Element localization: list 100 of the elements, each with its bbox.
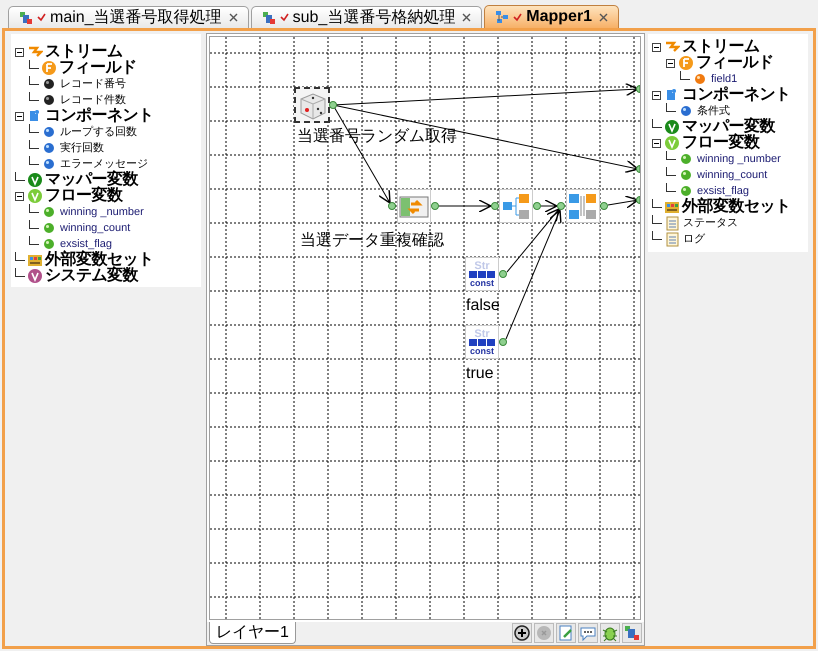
connector-arrow [608, 195, 639, 209]
dot-icon [678, 183, 694, 199]
flow-diagram-icon [19, 10, 33, 24]
expand-toggle[interactable] [15, 48, 24, 56]
port-dot[interactable] [499, 270, 507, 278]
tree-item-label[interactable]: winning _number [60, 204, 144, 220]
port-dot[interactable] [491, 202, 499, 210]
dot-icon [41, 220, 57, 236]
flow-diagram-icon [495, 10, 510, 24]
connector-arrow [438, 199, 492, 213]
port-dot[interactable] [600, 202, 608, 210]
blocks-icon [469, 270, 495, 278]
tree-item-label[interactable]: レコード件数 [60, 92, 126, 108]
const-badge-label: Str [474, 328, 490, 338]
tree-connector-line [15, 268, 25, 277]
variable-ball-icon [27, 188, 43, 204]
tree-connector-line [666, 103, 676, 112]
expand-toggle[interactable] [15, 112, 24, 120]
expand-toggle[interactable] [15, 192, 24, 200]
tree-item-label[interactable]: 実行回数 [60, 140, 104, 156]
tree-item-label[interactable]: システム変数 [45, 268, 138, 284]
toolbox-icon [27, 252, 43, 268]
tree-item-label[interactable]: winning_count [60, 220, 130, 236]
flow-diagram-icon [262, 10, 276, 24]
variable-ball-icon [664, 119, 680, 135]
component-node[interactable]: Str const [465, 257, 499, 291]
expand-toggle[interactable] [652, 42, 661, 52]
tree-item-label[interactable]: ストリーム [682, 39, 760, 55]
add-icon [513, 624, 531, 642]
blocks-icon [469, 338, 495, 346]
dot-icon [41, 156, 57, 172]
close-icon[interactable] [599, 12, 608, 22]
dot-icon [678, 103, 694, 119]
tree-connector-line [29, 236, 39, 245]
const-badge-label: const [470, 278, 494, 288]
toolbar-button[interactable] [578, 623, 598, 643]
tree-item-label[interactable]: フロー変数 [682, 135, 760, 151]
tree-item-label[interactable]: フロー変数 [45, 188, 122, 204]
port-dot[interactable] [499, 338, 507, 346]
component-node[interactable] [294, 87, 330, 123]
expand-toggle[interactable] [666, 58, 675, 68]
dot-icon [678, 167, 694, 183]
tree-item-label[interactable]: フィールド [59, 60, 136, 76]
tree-connector-line [652, 215, 662, 224]
editor-tab[interactable]: sub_当選番号格納処理 [250, 6, 482, 28]
const-badge-label: Str [474, 260, 490, 270]
remove-icon [535, 624, 553, 642]
port-dot[interactable] [431, 202, 439, 210]
tree-connector-line [15, 252, 25, 261]
dot-icon [41, 124, 57, 140]
port-dot[interactable] [388, 202, 396, 210]
editor-tab[interactable]: main_当選番号取得処理 [8, 6, 249, 28]
tree-item-label[interactable]: ログ [683, 230, 705, 248]
node-label: false [466, 296, 500, 316]
tree-item-label[interactable]: winning_count [697, 166, 768, 184]
dot-icon [692, 71, 708, 87]
tree-item-label[interactable]: ストリーム [45, 44, 122, 60]
variable-ball-icon [27, 268, 43, 284]
layer-tab[interactable]: レイヤー1 [209, 622, 296, 644]
tree-item-label[interactable]: 条件式 [697, 102, 730, 120]
tree-connector-line [666, 151, 676, 160]
tree-connector-line [652, 231, 662, 240]
dot-icon [41, 204, 57, 220]
editor-tab[interactable]: Mapper1 [484, 5, 620, 28]
tree-connector-line [29, 140, 39, 149]
tree-item-label[interactable]: フィールド [696, 55, 774, 71]
tree-connector-line [29, 124, 39, 133]
tree-connector-line [29, 60, 39, 69]
flow-diagram-icon [623, 624, 641, 642]
clipboard-icon [664, 215, 680, 231]
tree-connector-line [652, 119, 662, 128]
toolbar-button[interactable] [512, 623, 532, 643]
toolbox-icon [664, 199, 680, 215]
tree-connector-line [29, 204, 39, 213]
port-dot[interactable] [329, 101, 337, 109]
tree-item-label[interactable]: ループする回数 [60, 124, 137, 140]
tree-item-label[interactable]: winning _number [697, 150, 781, 168]
tree-item-label[interactable]: field1 [711, 70, 738, 88]
tree-item-label[interactable]: レコード番号 [60, 76, 126, 92]
node-label: true [466, 364, 494, 384]
close-icon[interactable] [228, 13, 238, 22]
tree-item-label[interactable]: ステータス [683, 214, 738, 232]
port-dot[interactable] [557, 202, 565, 210]
tree-connector-line [15, 172, 25, 181]
tree-item-label[interactable]: 外部変数セット [682, 199, 790, 215]
variable-ball-icon [664, 135, 680, 151]
close-icon[interactable] [462, 13, 472, 22]
component-node[interactable]: Str const [465, 325, 499, 359]
tree-connector-line [666, 183, 676, 192]
tree-item-label[interactable]: コンポーネント [45, 108, 154, 124]
tree-item-label[interactable]: コンポーネント [682, 87, 790, 103]
dot-icon [41, 92, 57, 108]
port-dot[interactable] [533, 202, 541, 210]
tree-connector-line [29, 76, 39, 85]
const-badge-label: const [470, 346, 494, 356]
dot-icon [41, 76, 57, 92]
expand-toggle[interactable] [652, 90, 661, 100]
expand-toggle[interactable] [652, 138, 661, 148]
field-ball-icon [41, 60, 57, 76]
dot-icon [41, 140, 57, 156]
